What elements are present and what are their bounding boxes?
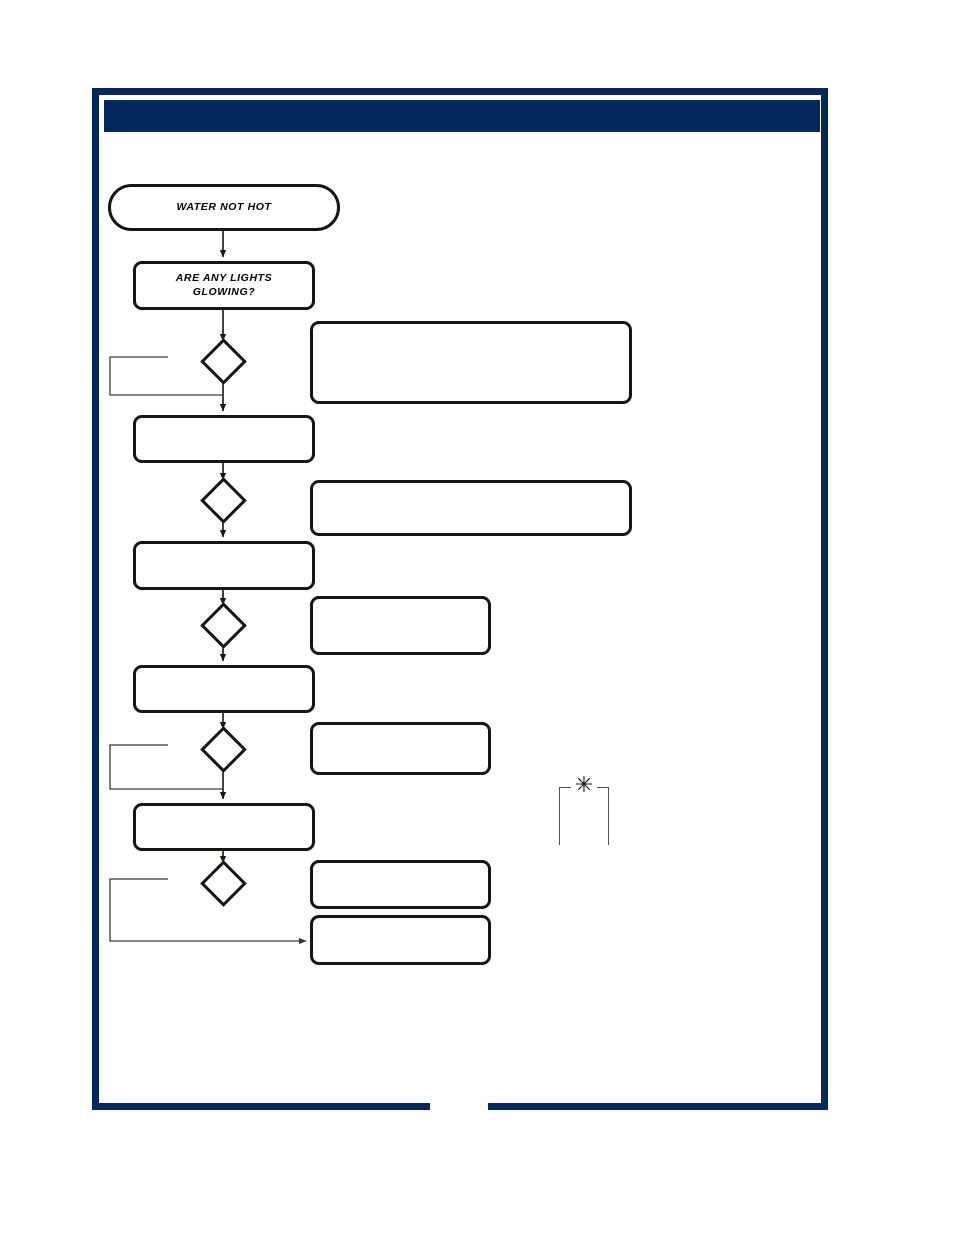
flow-note-1[interactable] [310,321,632,404]
flow-node-water-not-hot[interactable]: WATER NOT HOT [108,184,340,231]
asterisk-icon: ✳ [571,772,597,798]
flow-note-3[interactable] [310,596,491,655]
flow-note-4[interactable] [310,722,491,775]
flow-note-5[interactable] [310,860,491,909]
flow-node-are-any-lights-glowing[interactable]: ARE ANY LIGHTS GLOWING? [133,261,315,310]
flow-decision-2[interactable] [200,477,247,524]
page-canvas: WATER NOT HOT ARE ANY LIGHTS GLOWING? ✳ [0,0,954,1235]
flow-node-label: WATER NOT HOT [176,200,272,213]
flow-note-2[interactable] [310,480,632,536]
flow-decision-4[interactable] [200,726,247,773]
flow-decision-1[interactable] [200,338,247,385]
flow-node-3[interactable] [133,415,315,463]
flow-node-5[interactable] [133,665,315,713]
footer-page-number [430,1096,488,1116]
flow-node-6[interactable] [133,803,315,851]
flowchart: WATER NOT HOT ARE ANY LIGHTS GLOWING? ✳ [0,0,954,1235]
flow-node-4[interactable] [133,541,315,590]
flow-decision-3[interactable] [200,602,247,649]
flow-node-label: ARE ANY LIGHTS GLOWING? [175,272,273,298]
flow-note-6[interactable] [310,915,491,965]
flow-decision-5[interactable] [200,860,247,907]
